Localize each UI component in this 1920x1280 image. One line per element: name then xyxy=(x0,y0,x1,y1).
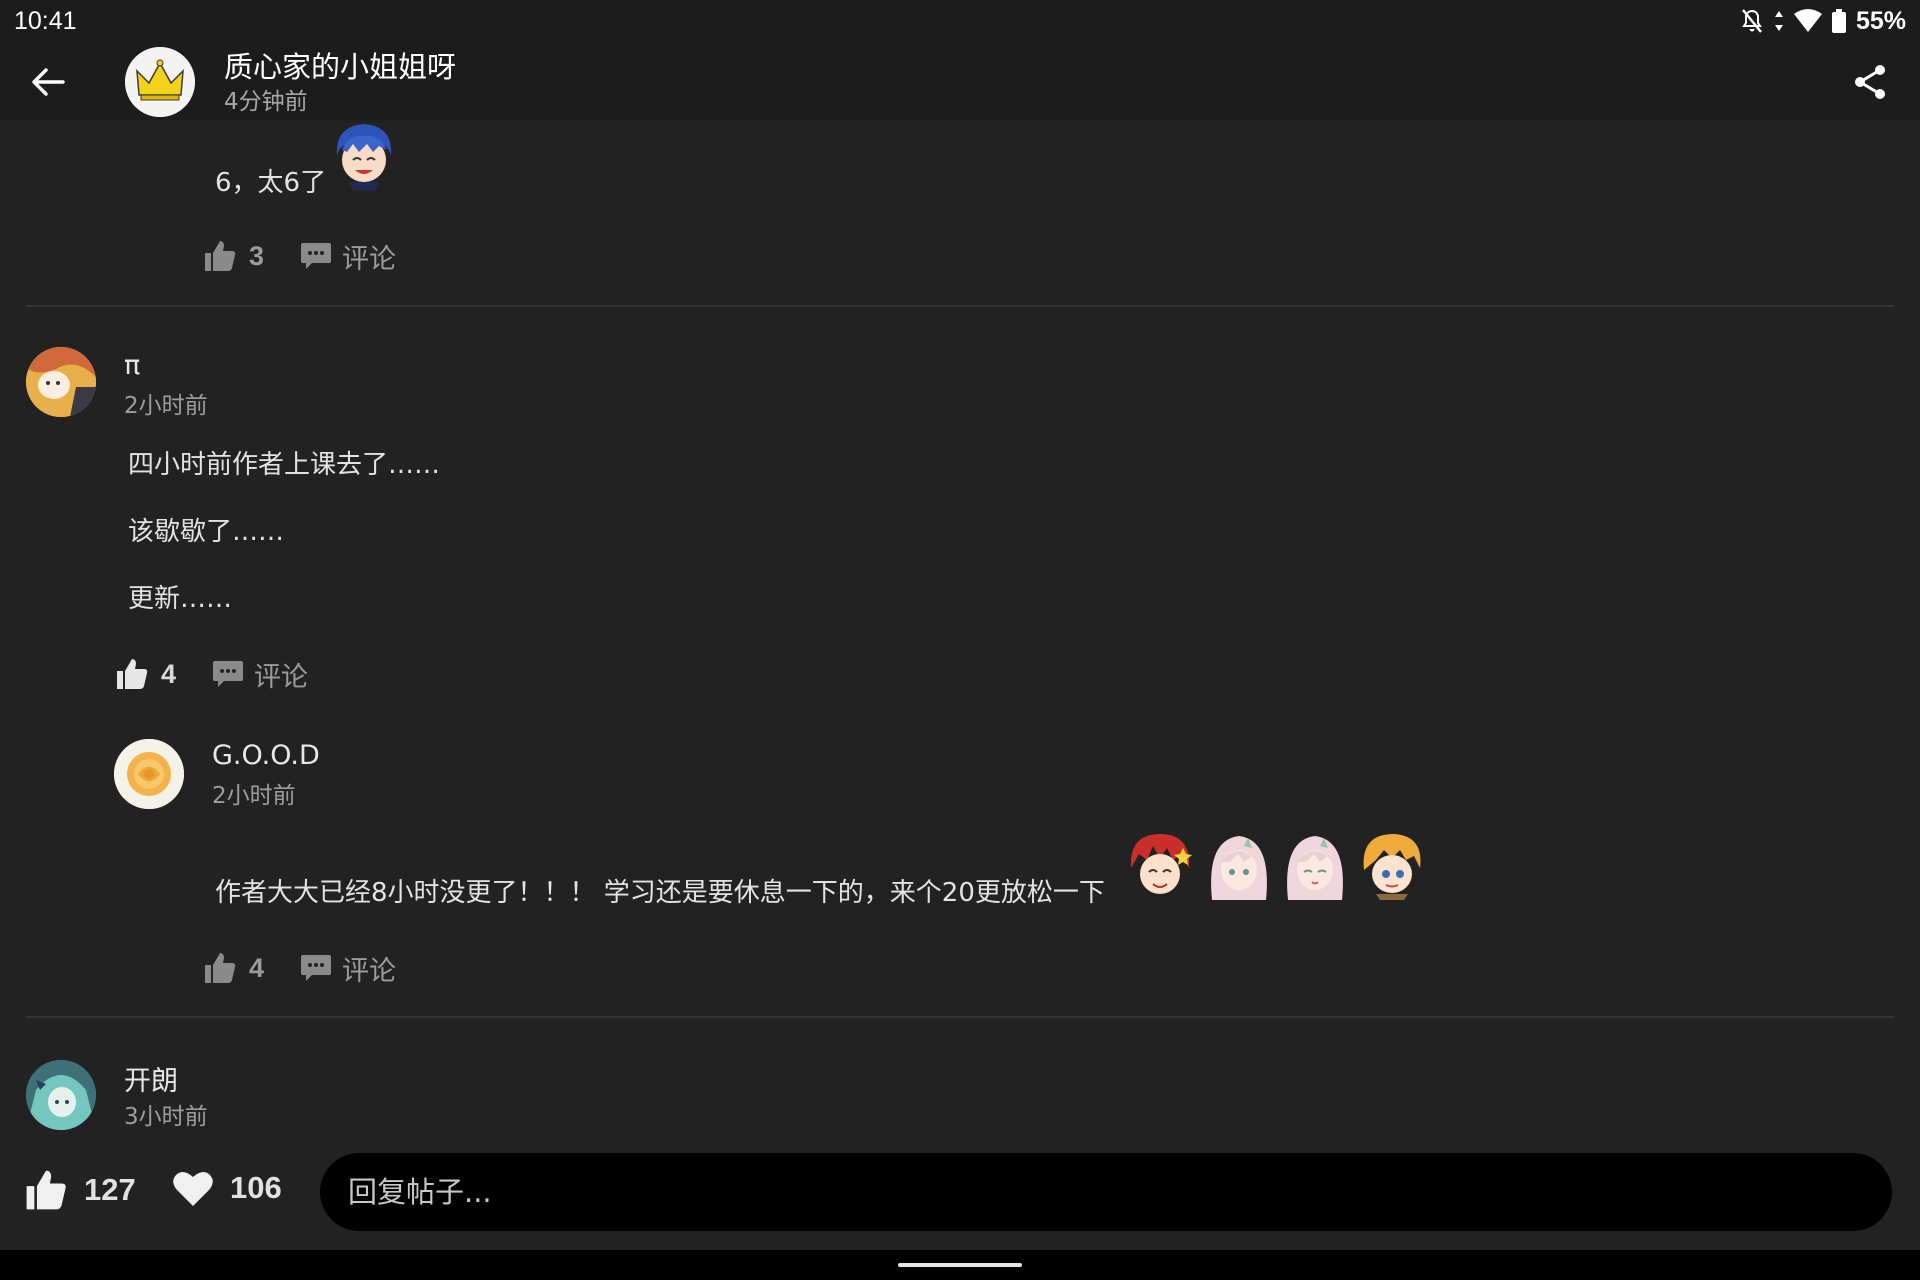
wifi-icon xyxy=(1793,9,1822,32)
comment-text: 作者大大已经8小时没更了！！！ 学习还是要休息一下的，来个20更放松一下 xyxy=(215,878,1105,908)
like-button[interactable]: 4 xyxy=(115,657,176,691)
back-arrow-icon xyxy=(32,68,65,96)
crown-icon xyxy=(125,47,195,117)
comment-text: 6，太6了 xyxy=(215,168,327,198)
like-button[interactable]: 3 xyxy=(203,239,264,273)
red-hair-sticker xyxy=(1130,834,1192,894)
username[interactable]: G.O.O.D xyxy=(212,740,320,771)
blonde-boy-sticker xyxy=(1363,834,1421,900)
comment-button[interactable]: 评论 xyxy=(300,237,396,276)
comment-label: 评论 xyxy=(254,661,309,693)
post-favorite-button[interactable]: 106 xyxy=(172,1168,282,1208)
blue-hair-boy-sticker xyxy=(336,124,392,190)
system-nav-bar xyxy=(0,1250,1920,1280)
comment-bubble-icon xyxy=(301,243,332,269)
thumbs-up-icon xyxy=(205,241,236,271)
post-time: 4分钟前 xyxy=(224,89,308,115)
comment-list[interactable]: 6，太6了 3 评论 π 2小时前 四小时前作者上课去了…… 该歇歇了…… 更新… xyxy=(0,120,1920,1150)
comment-time: 2小时前 xyxy=(124,393,208,419)
thumbs-up-icon xyxy=(26,1170,66,1210)
like-count: 3 xyxy=(249,240,265,271)
pink-hair-girl-sticker-2 xyxy=(1287,836,1343,900)
data-arrows-icon xyxy=(1774,11,1783,31)
bell-off-icon xyxy=(1742,9,1762,33)
comment-bubble-icon xyxy=(301,955,332,981)
battery-percentage: 55% xyxy=(1855,6,1906,35)
comment-text: 更新…… xyxy=(128,584,233,614)
comment-label: 评论 xyxy=(342,955,397,987)
back-button[interactable] xyxy=(26,60,70,104)
comment-text: 四小时前作者上课去了…… xyxy=(128,450,441,480)
status-time: 10:41 xyxy=(14,7,77,35)
rose-avatar-icon xyxy=(114,739,184,809)
anime-avatar-icon xyxy=(26,1060,96,1130)
comment-time: 3小时前 xyxy=(124,1104,208,1130)
heart-icon xyxy=(173,1171,213,1206)
comment-label: 评论 xyxy=(342,243,397,275)
status-bar: 10:41 55% xyxy=(0,0,1920,42)
username[interactable]: 开朗 xyxy=(124,1059,178,1098)
author-avatar[interactable] xyxy=(125,47,195,117)
divider xyxy=(26,305,1894,307)
author-name[interactable]: 质心家的小姐姐呀 xyxy=(224,44,456,86)
thumbs-up-icon xyxy=(117,659,148,689)
comment-button[interactable]: 评论 xyxy=(212,655,308,694)
comment-time: 2小时前 xyxy=(212,783,296,809)
comment-bubble-icon xyxy=(213,661,244,687)
post-like-button[interactable]: 127 xyxy=(24,1168,136,1212)
battery-icon xyxy=(1831,9,1846,33)
home-gesture-handle[interactable] xyxy=(898,1263,1022,1267)
like-count: 4 xyxy=(161,658,177,689)
pink-hair-girl-sticker xyxy=(1211,836,1267,900)
cartoon-avatar-icon xyxy=(26,347,96,417)
comment-actions: 4 评论 xyxy=(203,946,396,990)
divider xyxy=(26,1016,1894,1018)
bottom-action-bar: 127 106 xyxy=(0,1150,1920,1250)
username[interactable]: π xyxy=(124,350,140,381)
like-count: 4 xyxy=(249,952,265,983)
share-icon xyxy=(1855,65,1885,99)
like-button[interactable]: 4 xyxy=(203,951,264,985)
user-avatar[interactable] xyxy=(26,1060,96,1130)
comment-actions: 3 评论 xyxy=(203,234,396,278)
comment-actions: 4 评论 xyxy=(115,652,308,696)
post-like-count: 127 xyxy=(84,1172,136,1207)
status-icons: 55% xyxy=(1740,6,1906,36)
reply-input[interactable] xyxy=(320,1153,1892,1231)
user-avatar[interactable] xyxy=(26,347,96,417)
post-favorite-count: 106 xyxy=(230,1170,282,1205)
comment-button[interactable]: 评论 xyxy=(300,949,396,988)
user-avatar[interactable] xyxy=(114,739,184,809)
share-button[interactable] xyxy=(1848,60,1892,104)
comment-text: 该歇歇了…… xyxy=(128,517,285,547)
thumbs-up-icon xyxy=(205,953,236,983)
app-bar: 质心家的小姐姐呀 4分钟前 xyxy=(0,42,1920,120)
